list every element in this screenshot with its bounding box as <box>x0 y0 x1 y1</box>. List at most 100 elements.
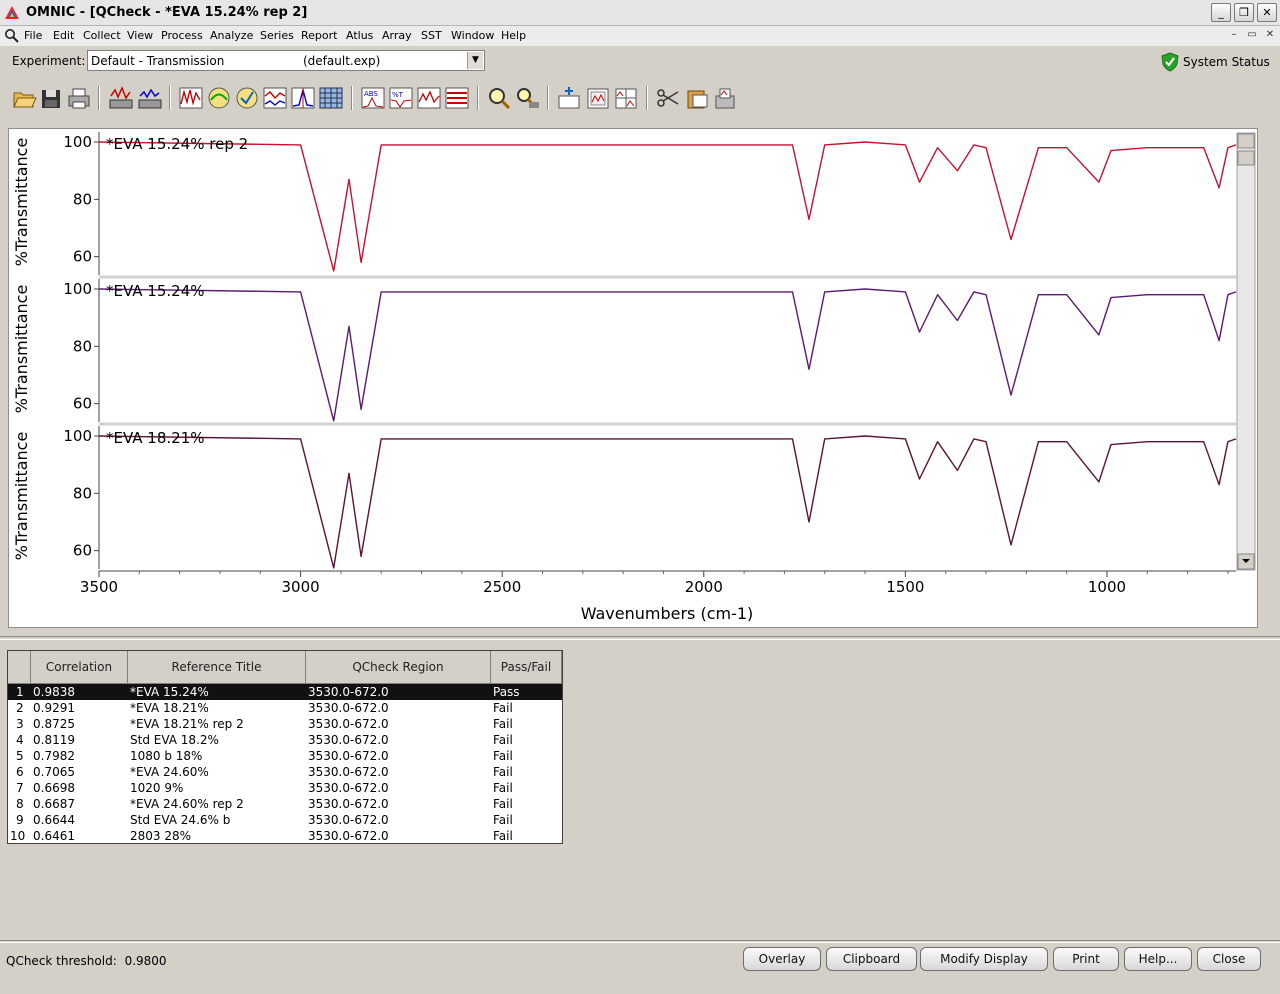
save-icon[interactable] <box>38 84 64 112</box>
spectrum-line[interactable] <box>98 288 1237 422</box>
y-tick-label: 60 <box>73 248 92 266</box>
table-row[interactable]: 10 0.6461 2803 28% 3530.0-672.0 Fail <box>8 828 562 844</box>
search-library-icon[interactable] <box>514 84 540 112</box>
collect-background-icon[interactable] <box>137 84 163 112</box>
help-button[interactable]: Help... <box>1124 947 1192 971</box>
experiment-select[interactable]: Default - Transmission (default.exp) ▼ <box>87 50 485 71</box>
cell-index: 8 <box>16 797 24 811</box>
stack-icon[interactable] <box>444 84 470 112</box>
cell-reference-title: Std EVA 18.2% <box>130 733 219 747</box>
menu-window[interactable]: Window <box>451 29 494 42</box>
menu-help[interactable]: Help <box>501 29 526 42</box>
table-row[interactable]: 4 0.8119 Std EVA 18.2% 3530.0-672.0 Fail <box>8 732 562 748</box>
toolbar-separator <box>98 86 100 110</box>
x-tick-label: 3500 <box>80 578 118 596</box>
collect-sample-icon[interactable] <box>108 84 134 112</box>
cell-index: 10 <box>10 829 26 843</box>
baseline-icon[interactable] <box>206 84 232 112</box>
scroll-thumb[interactable] <box>1237 150 1255 166</box>
toolbar-separator <box>646 86 648 110</box>
correct-icon[interactable] <box>234 84 260 112</box>
experiment-name: Default - Transmission <box>91 54 225 68</box>
table-row[interactable]: 2 0.9291 *EVA 18.21% 3530.0-672.0 Fail <box>8 700 562 716</box>
search-icon[interactable] <box>4 28 20 44</box>
mdi-close-button[interactable]: ✕ <box>1263 29 1277 42</box>
clipboard-button[interactable]: Clipboard <box>826 947 917 971</box>
print-icon[interactable] <box>66 84 92 112</box>
cell-correlation: 0.9838 <box>33 685 75 699</box>
menu-bar: File Edit Collect View Process Analyze S… <box>0 26 1280 46</box>
toolbar-separator <box>477 86 479 110</box>
peak-icon[interactable] <box>290 84 316 112</box>
scroll-up-button[interactable] <box>1237 133 1255 149</box>
spectra-display[interactable]: %Transmittance 100 80 60 *EVA 15.24% rep 2 %T… <box>8 128 1258 628</box>
column-header-pass-fail[interactable]: Pass/Fail <box>491 651 562 684</box>
table-row[interactable]: 7 0.6698 1020 9% 3530.0-672.0 Fail <box>8 780 562 796</box>
spectrum-line[interactable] <box>98 141 1237 272</box>
print-button[interactable]: Print <box>1053 947 1119 971</box>
menu-sst[interactable]: SST <box>421 29 442 42</box>
modify-display-button[interactable]: Modify Display <box>920 947 1048 971</box>
display-icon[interactable] <box>585 84 611 112</box>
table-row[interactable]: 6 0.7065 *EVA 24.60% 3530.0-672.0 Fail <box>8 764 562 780</box>
open-icon[interactable] <box>11 84 37 112</box>
spectra-icon[interactable] <box>416 84 442 112</box>
menu-array[interactable]: Array <box>382 29 412 42</box>
y-tick-label: 80 <box>73 337 92 355</box>
column-header-reference-title[interactable]: Reference Title <box>128 651 306 684</box>
spectral-math-icon[interactable] <box>178 84 204 112</box>
column-header-correlation[interactable]: Correlation <box>31 651 128 684</box>
spectrum-line[interactable] <box>98 435 1237 569</box>
smooth-icon[interactable] <box>262 84 288 112</box>
cell-qcheck-region: 3530.0-672.0 <box>308 733 389 747</box>
absorbance-icon[interactable]: ABS <box>360 84 386 112</box>
spectrum-pane[interactable]: %Transmittance 100 80 60 *EVA 15.24% <box>12 275 1237 422</box>
table-row[interactable]: 3 0.8725 *EVA 18.21% rep 2 3530.0-672.0 Fail <box>8 716 562 732</box>
stack-display-icon[interactable] <box>613 84 639 112</box>
zoom-icon[interactable] <box>486 84 512 112</box>
experiment-bar: Experiment: Default - Transmission (defa… <box>0 46 1280 76</box>
spectrum-title: *EVA 18.21% <box>106 429 205 447</box>
menu-collect[interactable]: Collect <box>83 29 121 42</box>
table-row[interactable]: 9 0.6644 Std EVA 24.6% b 3530.0-672.0 Fail <box>8 812 562 828</box>
library-icon[interactable] <box>712 84 738 112</box>
menu-report[interactable]: Report <box>301 29 337 42</box>
spectrum-pane[interactable]: %Transmittance 100 80 60 *EVA 15.24% rep 2 <box>12 132 1237 275</box>
cell-correlation: 0.7982 <box>33 749 75 763</box>
menu-view[interactable]: View <box>127 29 153 42</box>
threshold-value: 0.9800 <box>124 954 167 968</box>
grid-icon[interactable] <box>318 84 344 112</box>
mdi-restore-button[interactable]: ▭ <box>1245 29 1259 42</box>
table-row[interactable]: 8 0.6687 *EVA 24.60% rep 2 3530.0-672.0 Fail <box>8 796 562 812</box>
chevron-down-icon[interactable]: ▼ <box>467 52 483 69</box>
menu-edit[interactable]: Edit <box>53 29 74 42</box>
cut-icon[interactable] <box>655 84 681 112</box>
minimize-button[interactable]: _ <box>1211 3 1231 22</box>
cell-qcheck-region: 3530.0-672.0 <box>308 685 389 699</box>
cell-reference-title: *EVA 18.21% rep 2 <box>130 717 244 731</box>
paste-icon[interactable] <box>684 84 710 112</box>
close-button[interactable]: Close <box>1197 947 1261 971</box>
overlay-button[interactable]: Overlay <box>743 947 821 971</box>
table-row[interactable]: 1 0.9838 *EVA 15.24% 3530.0-672.0 Pass <box>8 684 562 700</box>
menu-series[interactable]: Series <box>260 29 294 42</box>
cell-reference-title: 1020 9% <box>130 781 184 795</box>
menu-atlus[interactable]: Atlus <box>346 29 373 42</box>
table-row[interactable]: 5 0.7982 1080 b 18% 3530.0-672.0 Fail <box>8 748 562 764</box>
menu-file[interactable]: File <box>24 29 42 42</box>
transmittance-icon[interactable]: %T <box>388 84 414 112</box>
column-header-index[interactable] <box>8 651 31 684</box>
vertical-scrollbar[interactable] <box>1236 132 1256 571</box>
menu-analyze[interactable]: Analyze <box>210 29 253 42</box>
spectra-chart[interactable]: %Transmittance 1008060*EVA 15.24% rep 2%T… <box>9 129 1259 629</box>
menu-process[interactable]: Process <box>161 29 203 42</box>
column-header-qcheck-region[interactable]: QCheck Region <box>306 651 491 684</box>
spectrum-pane[interactable]: %Transmittance 100 80 60 *EVA 18.21% <box>12 422 1237 569</box>
new-window-icon[interactable] <box>556 84 582 112</box>
restore-button[interactable]: ❐ <box>1234 3 1254 22</box>
cell-correlation: 0.9291 <box>33 701 75 715</box>
cell-pass-fail: Fail <box>493 813 513 827</box>
close-window-button[interactable]: ✕ <box>1257 3 1277 22</box>
cell-reference-title: *EVA 24.60% rep 2 <box>130 797 244 811</box>
mdi-minimize-button[interactable]: – <box>1227 29 1241 42</box>
